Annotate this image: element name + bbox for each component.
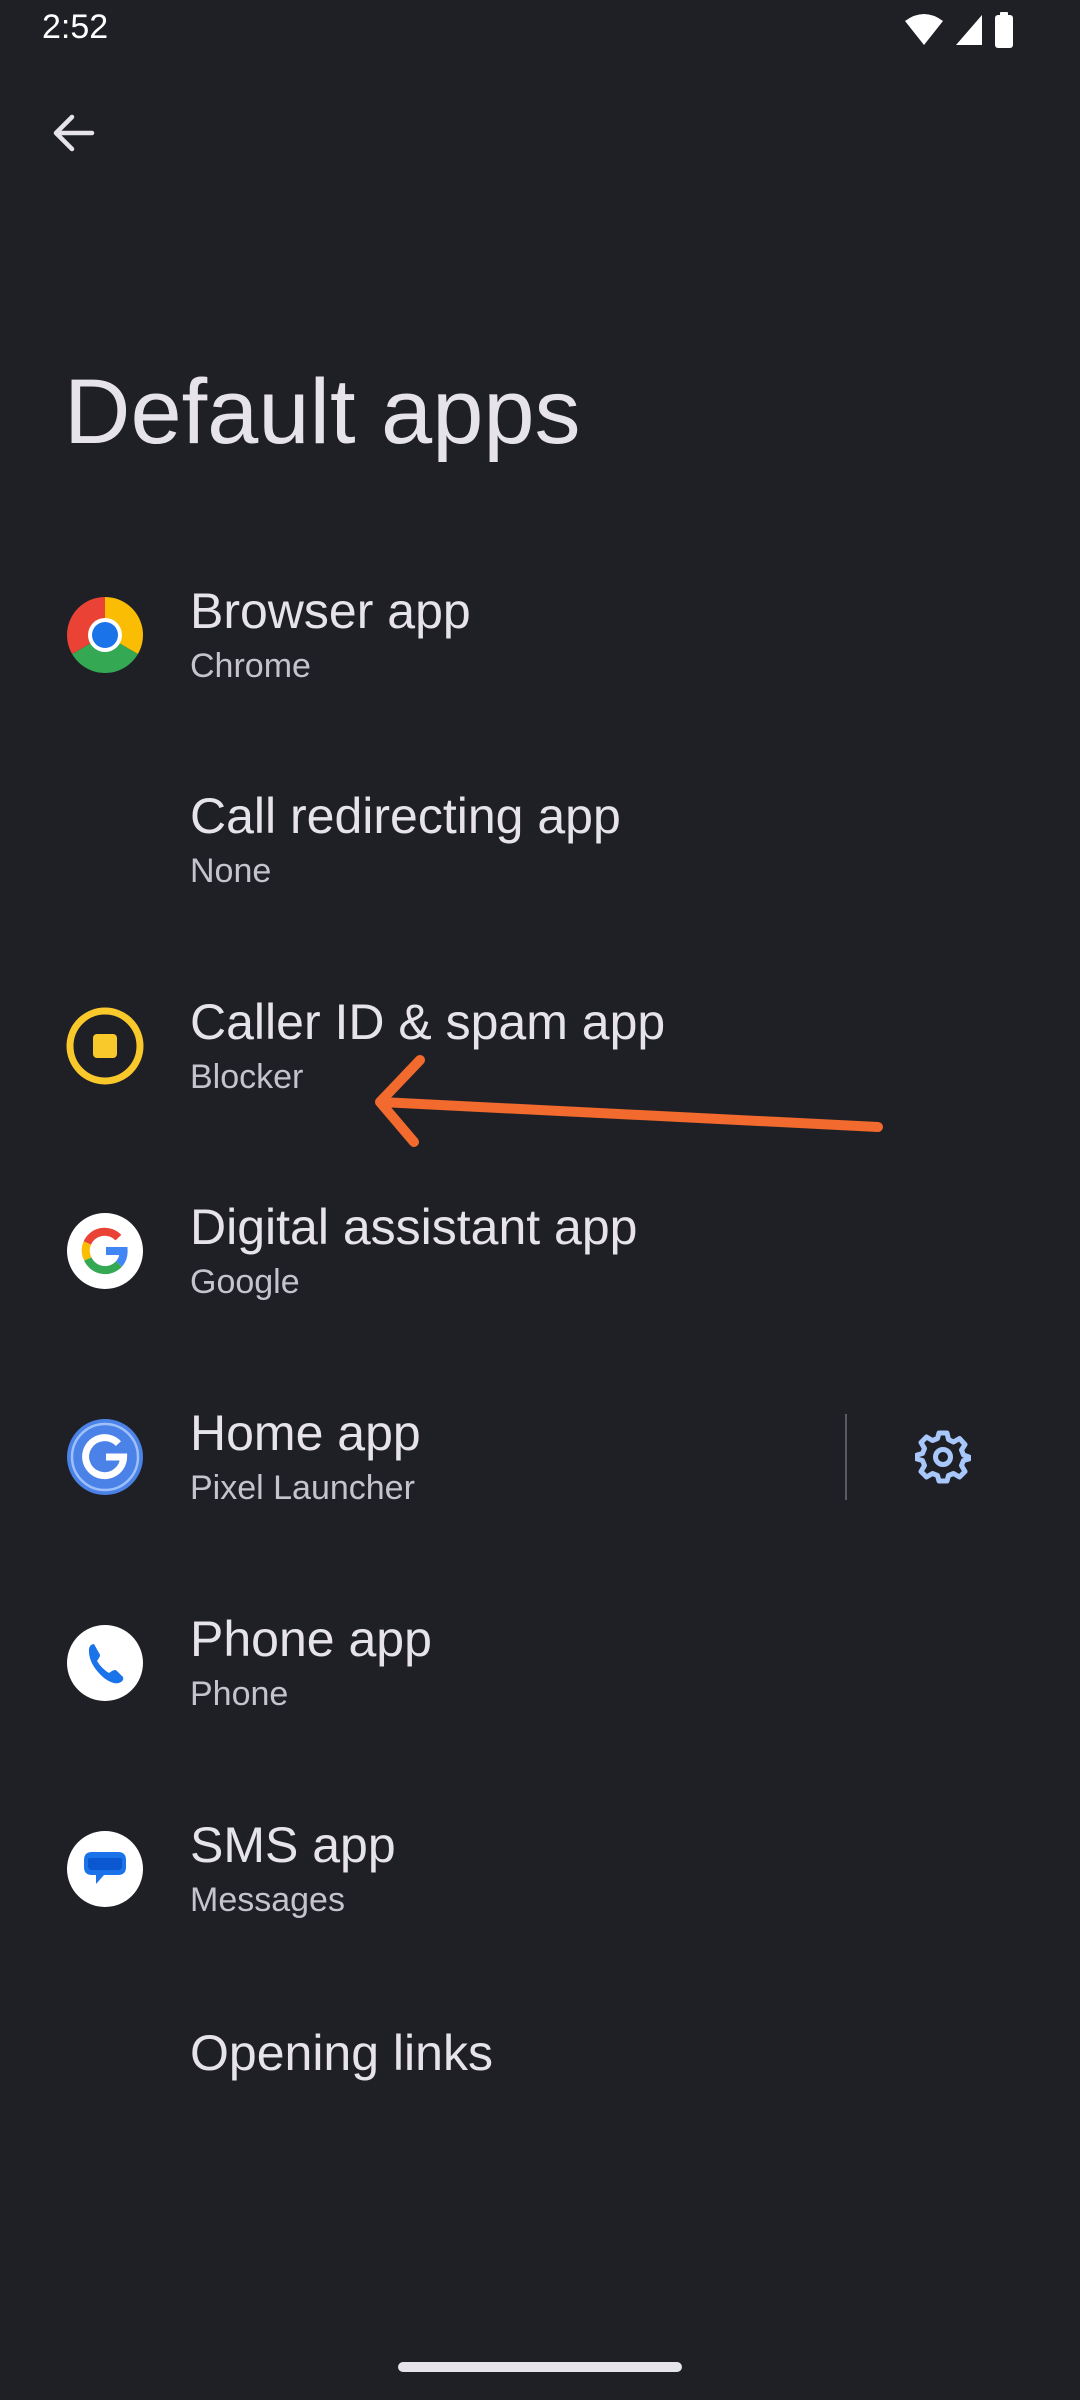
cell-signal-icon [956, 15, 982, 45]
list-item-digital-assistant-app[interactable]: Digital assistant app Google [0, 1148, 1080, 1353]
list-item-opening-links[interactable]: Opening links [0, 1948, 1080, 2158]
list-item-label: Home app [190, 1404, 421, 1461]
phone-icon [67, 1624, 143, 1701]
chrome-icon [67, 596, 143, 673]
status-time: 2:52 [42, 8, 109, 46]
status-icons [904, 12, 1014, 48]
list-item-home-app[interactable]: Home app Pixel Launcher [0, 1354, 1080, 1559]
list-item-value: Messages [190, 1880, 345, 1919]
list-item-label: Digital assistant app [190, 1198, 638, 1255]
list-item-browser-app[interactable]: Browser app Chrome [0, 532, 1080, 737]
back-button[interactable] [40, 100, 106, 166]
list-item-value: None [190, 851, 272, 890]
list-item-phone-app[interactable]: Phone app Phone [0, 1560, 1080, 1765]
list-item-label: Browser app [190, 582, 471, 639]
list-item-sms-app[interactable]: SMS app Messages [0, 1766, 1080, 1971]
messages-icon [67, 1830, 143, 1907]
page-title: Default apps [64, 361, 581, 463]
home-app-settings-button[interactable] [905, 1419, 981, 1495]
list-item-call-redirecting-app[interactable]: Call redirecting app None [0, 737, 1080, 942]
divider [845, 1413, 847, 1500]
list-item-label: Caller ID & spam app [190, 993, 666, 1050]
google-icon [67, 1212, 143, 1289]
pixel-launcher-icon [67, 1418, 143, 1495]
list-item-value: Chrome [190, 646, 311, 685]
list-item-label: Call redirecting app [190, 787, 621, 844]
home-gesture-bar[interactable] [398, 2362, 682, 2372]
list-item-label: Opening links [190, 2025, 493, 2081]
arrow-left-icon [53, 114, 95, 152]
list-item-label: SMS app [190, 1816, 396, 1873]
list-item-value: Phone [190, 1674, 289, 1713]
list-item-value: Google [190, 1262, 300, 1301]
wifi-icon [905, 14, 943, 45]
arrow-annotation-icon [375, 1055, 883, 1147]
list-item-label: Phone app [190, 1610, 432, 1667]
blocker-icon [66, 1007, 144, 1084]
battery-icon [995, 12, 1013, 48]
gear-icon [915, 1430, 971, 1483]
status-bar: 2:52 [0, 0, 1080, 60]
list-item-value: Pixel Launcher [190, 1468, 415, 1507]
